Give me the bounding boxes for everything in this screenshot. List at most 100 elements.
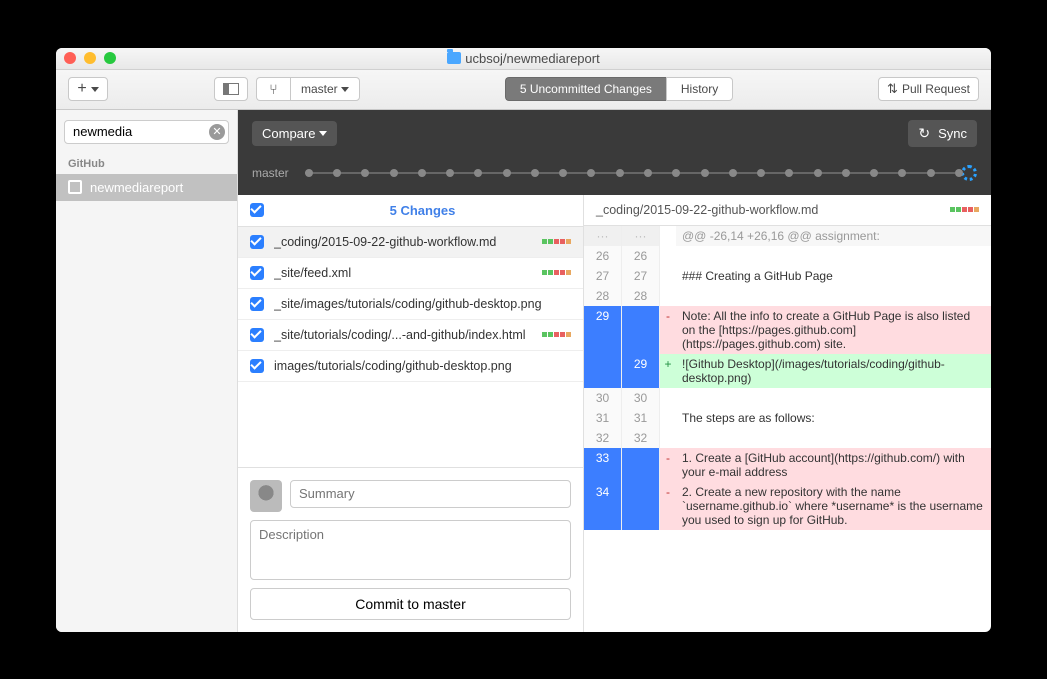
line-number-new: 30 <box>622 388 660 408</box>
clear-search-button[interactable]: ✕ <box>209 124 225 140</box>
timeline-branch-label: master <box>252 166 289 180</box>
toolbar: + master 5 Uncommitted Changes History P… <box>56 70 991 110</box>
timeline[interactable]: master <box>238 157 991 195</box>
timeline-commit-dot[interactable] <box>559 169 567 177</box>
changes-panel: 5 Changes _coding/2015-09-22-github-work… <box>238 195 584 632</box>
line-number-new <box>622 448 660 482</box>
sync-button[interactable]: Sync <box>908 120 977 147</box>
line-number-old: 27 <box>584 266 622 286</box>
file-row[interactable]: images/tutorials/coding/github-desktop.p… <box>238 351 583 382</box>
file-checkbox[interactable] <box>250 266 264 280</box>
compare-button[interactable]: Compare <box>252 121 337 146</box>
toggle-sidebar-button[interactable] <box>214 77 248 101</box>
commit-description-input[interactable] <box>250 520 571 580</box>
diff-line: 2828 <box>584 286 991 306</box>
timeline-commit-dot[interactable] <box>870 169 878 177</box>
file-row[interactable]: _site/tutorials/coding/...-and-github/in… <box>238 320 583 351</box>
timeline-commit-dot[interactable] <box>955 169 963 177</box>
file-name: _site/tutorials/coding/...-and-github/in… <box>274 328 532 342</box>
line-number-old: 32 <box>584 428 622 448</box>
changes-header: 5 Changes <box>238 195 583 227</box>
pull-request-button[interactable]: Pull Request <box>878 77 979 101</box>
search-input[interactable] <box>64 120 229 144</box>
file-row[interactable]: _coding/2015-09-22-github-workflow.md <box>238 227 583 258</box>
diff-line: 3232 <box>584 428 991 448</box>
diff-sign <box>660 428 676 448</box>
file-checkbox[interactable] <box>250 328 264 342</box>
timeline-commit-dot[interactable] <box>446 169 454 177</box>
timeline-commit-dot[interactable] <box>701 169 709 177</box>
file-checkbox[interactable] <box>250 235 264 249</box>
file-checkbox[interactable] <box>250 359 264 373</box>
timeline-commit-dot[interactable] <box>842 169 850 177</box>
diff-code: ### Creating a GitHub Page <box>676 266 991 286</box>
commit-button[interactable]: Commit to master <box>250 588 571 620</box>
diff-code: 1. Create a [GitHub account](https://git… <box>676 448 991 482</box>
branch-selector[interactable]: master <box>256 77 360 101</box>
diff-line: 3131The steps are as follows: <box>584 408 991 428</box>
view-tabs: 5 Uncommitted Changes History <box>505 77 733 101</box>
avatar <box>250 480 282 512</box>
sidebar-repo-item[interactable]: newmediareport <box>56 174 237 201</box>
sidebar-icon <box>223 83 239 95</box>
timeline-commit-dot[interactable] <box>729 169 737 177</box>
diff-sign <box>660 286 676 306</box>
timeline-commit-dot[interactable] <box>927 169 935 177</box>
timeline-commit-dot[interactable] <box>898 169 906 177</box>
file-name: _site/images/tutorials/coding/github-des… <box>274 297 561 311</box>
tab-history[interactable]: History <box>666 77 733 101</box>
line-number-old: 29 <box>584 306 622 354</box>
line-number-old: 28 <box>584 286 622 306</box>
timeline-commit-dot[interactable] <box>531 169 539 177</box>
timeline-commit-dot[interactable] <box>785 169 793 177</box>
tab-changes[interactable]: 5 Uncommitted Changes <box>505 77 666 101</box>
diff-sign: + <box>660 354 676 388</box>
file-name: images/tutorials/coding/github-desktop.p… <box>274 359 561 373</box>
diff-sign: - <box>660 306 676 354</box>
file-checkbox[interactable] <box>250 297 264 311</box>
window-title-text: ucbsoj/newmediareport <box>465 51 599 66</box>
select-all-checkbox[interactable] <box>250 203 264 217</box>
app-window: ucbsoj/newmediareport + master 5 Uncommi… <box>56 48 991 632</box>
timeline-commit-dot[interactable] <box>672 169 680 177</box>
timeline-commit-dot[interactable] <box>757 169 765 177</box>
timeline-commit-dot[interactable] <box>333 169 341 177</box>
commit-summary-input[interactable] <box>290 480 571 508</box>
file-diff-dots <box>542 332 571 337</box>
titlebar: ucbsoj/newmediareport <box>56 48 991 70</box>
file-diff-dots <box>542 239 571 244</box>
pull-request-icon <box>887 81 902 97</box>
line-number-old <box>584 354 622 388</box>
diff-sign: - <box>660 482 676 530</box>
main-area: Compare Sync master 5 Changes _coding/20… <box>238 110 991 632</box>
timeline-commit-dot[interactable] <box>644 169 652 177</box>
timeline-commit-dot[interactable] <box>474 169 482 177</box>
window-title: ucbsoj/newmediareport <box>56 51 991 66</box>
timeline-commit-dot[interactable] <box>390 169 398 177</box>
chevron-down-icon <box>341 87 349 92</box>
timeline-commit-dot[interactable] <box>616 169 624 177</box>
diff-line: 33-1. Create a [GitHub account](https://… <box>584 448 991 482</box>
timeline-track <box>305 172 955 174</box>
file-diff-dots <box>542 270 571 275</box>
line-number-new <box>622 482 660 530</box>
line-number-old: 31 <box>584 408 622 428</box>
line-number-new: 29 <box>622 354 660 388</box>
timeline-commit-dot[interactable] <box>814 169 822 177</box>
timeline-commit-dot[interactable] <box>503 169 511 177</box>
timeline-commit-dot[interactable] <box>587 169 595 177</box>
file-row[interactable]: _site/images/tutorials/coding/github-des… <box>238 289 583 320</box>
timeline-commit-dot[interactable] <box>305 169 313 177</box>
line-number-old: 26 <box>584 246 622 266</box>
diff-body[interactable]: ······@@ -26,14 +26,16 @@ assignment:262… <box>584 226 991 632</box>
sync-icon <box>918 125 934 142</box>
add-button[interactable]: + <box>68 77 108 101</box>
diff-code <box>676 388 991 408</box>
timeline-head-marker[interactable] <box>961 165 977 181</box>
timeline-commit-dot[interactable] <box>361 169 369 177</box>
timeline-commit-dot[interactable] <box>418 169 426 177</box>
line-number-new <box>622 306 660 354</box>
file-row[interactable]: _site/feed.xml <box>238 258 583 289</box>
sidebar: ✕ GitHub newmediareport <box>56 110 238 632</box>
line-number-new: 27 <box>622 266 660 286</box>
